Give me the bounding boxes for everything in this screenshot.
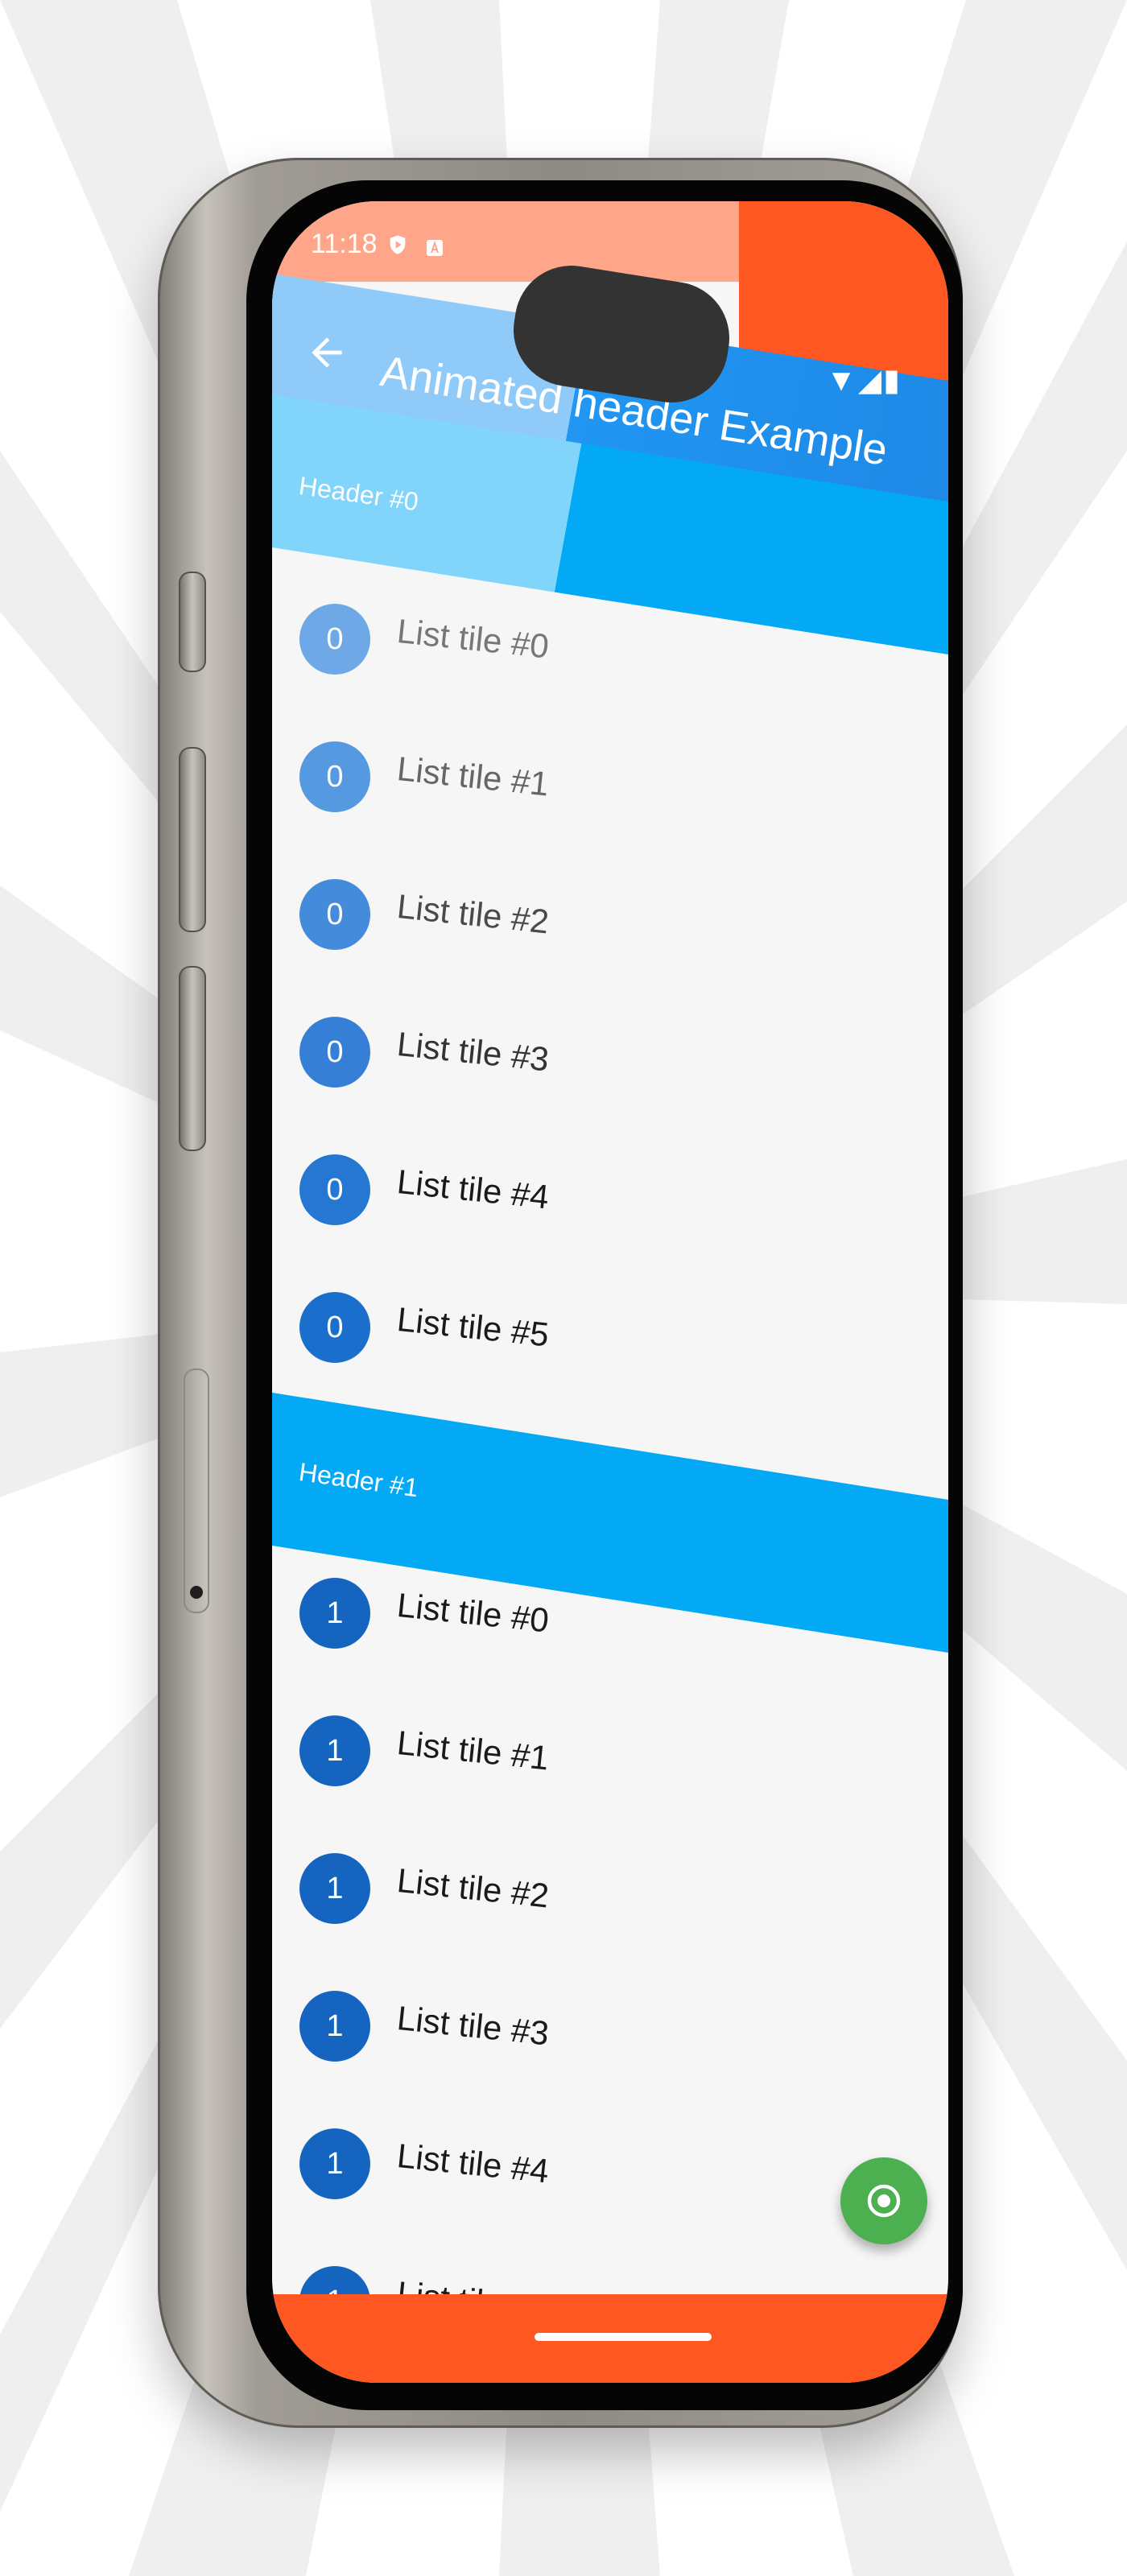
avatar: 1 bbox=[299, 2128, 370, 2199]
list-item-label: List tile #4 bbox=[395, 1162, 551, 1216]
list-item[interactable]: 0 List tile #5 bbox=[272, 1276, 948, 1413]
wifi-icon: ▼ bbox=[826, 364, 858, 398]
list-item[interactable]: 0 List tile #1 bbox=[272, 725, 948, 862]
sim-eject-hole bbox=[190, 1586, 203, 1599]
volume-up-button bbox=[179, 747, 206, 932]
battery-icon: ▮ bbox=[883, 364, 902, 398]
avatar: 1 bbox=[299, 1715, 370, 1786]
floating-action-button[interactable] bbox=[840, 2157, 927, 2244]
list-item-label: List tile #2 bbox=[395, 1861, 551, 1915]
list-item[interactable]: 0 List tile #2 bbox=[272, 863, 948, 1000]
avatar: 1 bbox=[299, 1853, 370, 1924]
home-indicator[interactable] bbox=[535, 2333, 712, 2341]
list-item[interactable]: 1 List tile #2 bbox=[272, 1837, 948, 1974]
list-item-label: List tile #2 bbox=[395, 887, 551, 941]
avatar: 0 bbox=[299, 1292, 370, 1363]
avatar: 0 bbox=[299, 879, 370, 950]
list-item[interactable]: 1 List tile #0 bbox=[272, 1562, 948, 1699]
list-item-label: List tile #3 bbox=[395, 1025, 551, 1079]
list-item-label: List tile #3 bbox=[395, 1999, 551, 2053]
list-item[interactable]: 0 List tile #3 bbox=[272, 1001, 948, 1137]
status-indicators: ▼◢▮ bbox=[826, 362, 902, 398]
list-item-label: List tile #4 bbox=[395, 2136, 551, 2190]
list-item-label: List tile #0 bbox=[395, 1586, 551, 1640]
phone-screen: 11:18 Animated header Example ▼◢▮ Header… bbox=[272, 201, 948, 2383]
list-item[interactable]: 1 List tile #3 bbox=[272, 1975, 948, 2112]
list-item-label: List tile #1 bbox=[395, 1724, 551, 1777]
avatar: 1 bbox=[299, 1578, 370, 1649]
list-item[interactable]: 0 List tile #4 bbox=[272, 1138, 948, 1275]
radio-button-icon bbox=[867, 2184, 901, 2218]
volume-down-button bbox=[179, 966, 206, 1151]
list-item-label: List tile #5 bbox=[395, 1300, 551, 1354]
list-item[interactable]: 0 List tile #0 bbox=[272, 588, 948, 724]
action-button bbox=[179, 572, 206, 672]
a-notification-icon bbox=[427, 240, 443, 256]
list-item-label: List tile #0 bbox=[395, 612, 551, 666]
avatar: 0 bbox=[299, 604, 370, 675]
avatar: 0 bbox=[299, 1154, 370, 1225]
play-protect-icon bbox=[390, 235, 406, 254]
cell-signal-icon: ◢ bbox=[857, 364, 884, 398]
arrow-left-icon[interactable] bbox=[304, 330, 349, 375]
list-item-label: List tile #1 bbox=[395, 749, 551, 803]
avatar: 1 bbox=[299, 1991, 370, 2062]
sim-tray bbox=[184, 1368, 209, 1613]
status-time: 11:18 bbox=[311, 229, 378, 259]
avatar: 0 bbox=[299, 1017, 370, 1088]
avatar: 0 bbox=[299, 741, 370, 812]
list-item[interactable]: 1 List tile #1 bbox=[272, 1699, 948, 1836]
